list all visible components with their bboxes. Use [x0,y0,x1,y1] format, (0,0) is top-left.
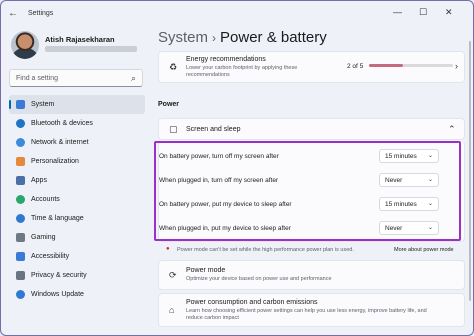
energy-progress-fill [369,64,403,67]
search-box[interactable]: Find a setting ⌕ [9,69,143,87]
profile-name: Atish Rajasekharan [45,35,115,44]
power-mode-icon: ⟳ [169,270,177,280]
page-title: Power & battery [220,29,327,46]
sidebar-item-label: Windows Update [31,291,84,298]
sidebar-item-time-language[interactable]: Time & language [9,209,145,228]
plugged-sleep-label: When plugged in, put my device to sleep … [159,225,291,232]
carbon-title: Power consumption and carbon emissions [186,299,318,306]
apps-icon [16,176,25,185]
chevron-down-icon: ⌄ [427,201,433,207]
breadcrumb: System › Power & battery [158,29,327,46]
plugged-screen-off-dropdown[interactable]: Never ⌄ [379,173,439,187]
active-indicator [9,100,11,109]
power-mode-card[interactable]: ⟳ Power mode Optimize your device based … [158,260,465,290]
chevron-down-icon: ⌄ [427,153,433,159]
accessibility-icon [16,252,25,261]
energy-subtitle-1: Lower your carbon footprint by applying … [186,65,298,71]
sidebar-item-label: Network & internet [31,139,89,146]
sidebar-item-label: Time & language [31,215,84,222]
sidebar-item-personalization[interactable]: Personalization [9,152,145,171]
battery-screen-off-dropdown[interactable]: 15 minutes ⌄ [379,149,439,163]
search-input[interactable]: Find a setting [16,75,58,82]
sidebar-item-windows-update[interactable]: Windows Update [9,285,145,304]
sidebar-item-bluetooth-devices[interactable]: Bluetooth & devices [9,114,145,133]
breadcrumb-parent[interactable]: System [158,29,208,46]
sidebar-item-apps[interactable]: Apps [9,171,145,190]
sidebar-item-label: Personalization [31,158,79,165]
brush-icon [16,157,25,166]
power-mode-title: Power mode [186,267,226,274]
sidebar-item-label: Privacy & security [31,272,87,279]
power-section-title: Power [158,101,180,108]
title-bar: ← Settings — ☐ ✕ [1,1,473,27]
dropdown-value: Never [385,177,403,184]
controller-icon [16,233,25,242]
avatar [11,31,39,59]
plugged-screen-off-label: When plugged in, turn off my screen afte… [159,177,279,184]
back-arrow-icon[interactable]: ← [8,9,18,19]
screen-sleep-icon: ▢ [169,124,178,134]
monitor-icon [16,100,25,109]
sidebar-item-privacy-security[interactable]: Privacy & security [9,266,145,285]
shield-icon [16,271,25,280]
power-mode-subtitle: Optimize your device based on power use … [186,276,332,282]
leaf-home-icon: ⌂ [169,305,175,315]
dropdown-value: Never [385,225,403,232]
close-icon[interactable]: ✕ [445,7,453,18]
chevron-down-icon: ⌄ [427,225,433,231]
error-icon: ● [166,246,170,252]
profile-email-redacted [45,46,137,52]
screen-sleep-title: Screen and sleep [186,126,241,133]
leaf-icon: ♻ [169,62,178,72]
breadcrumb-separator: › [212,31,217,45]
power-consumption-card[interactable]: ⌂ Power consumption and carbon emissions… [158,293,465,327]
chevron-up-icon[interactable]: ⌃ [448,124,456,135]
dropdown-value: 15 minutes [385,153,417,160]
sidebar-item-label: Apps [31,177,47,184]
dropdown-value: 15 minutes [385,201,417,208]
battery-screen-off-label: On battery power, turn off my screen aft… [159,153,279,160]
power-mode-notice: Power mode can't be set while the high p… [177,247,354,253]
minimize-icon[interactable]: — [393,7,402,17]
energy-progress-bar [369,64,453,67]
sidebar-item-label: Bluetooth & devices [31,120,93,127]
maximize-icon[interactable]: ☐ [419,7,427,18]
settings-window: ← Settings — ☐ ✕ Atish Rajasekharan Find… [0,0,474,336]
battery-sleep-dropdown[interactable]: 15 minutes ⌄ [379,197,439,211]
energy-title: Energy recommendations [186,56,266,63]
sidebar-item-accessibility[interactable]: Accessibility [9,247,145,266]
sidebar-item-accounts[interactable]: Accounts [9,190,145,209]
search-icon: ⌕ [130,73,136,83]
sidebar-item-network-internet[interactable]: Network & internet [9,133,145,152]
carbon-subtitle-2: reduce carbon impact [186,315,239,321]
energy-recommendations-card[interactable]: ♻ Energy recommendations Lower your carb… [158,51,465,83]
sidebar-item-system[interactable]: System [9,95,145,114]
update-icon [16,290,25,299]
energy-subtitle-2: recommendations [186,72,230,78]
sidebar-nav: System Bluetooth & devices Network & inter… [9,95,145,304]
more-about-power-mode-link[interactable]: More about power mode [394,247,454,253]
battery-sleep-label: On battery power, put my device to sleep… [159,201,292,208]
globe-icon [16,214,25,223]
wifi-icon [16,138,25,147]
chevron-down-icon: ⌄ [427,177,433,183]
app-title: Settings [28,10,54,17]
sidebar-item-label: Accounts [31,196,60,203]
person-icon [16,195,25,204]
carbon-subtitle-1: Learn how choosing efficient power setti… [186,308,427,314]
scrollbar[interactable] [469,41,471,301]
sidebar-item-label: Accessibility [31,253,70,260]
sidebar-item-label: Gaming [31,234,56,241]
sidebar-item-label: System [31,101,55,108]
plugged-sleep-dropdown[interactable]: Never ⌄ [379,221,439,235]
screen-and-sleep-header[interactable]: ▢ Screen and sleep ⌃ [158,118,465,140]
chevron-right-icon: › [455,61,458,71]
bluetooth-icon [16,119,25,128]
sidebar-item-gaming[interactable]: Gaming [9,228,145,247]
profile-card[interactable]: Atish Rajasekharan [11,31,151,61]
energy-count: 2 of 5 [347,63,364,70]
